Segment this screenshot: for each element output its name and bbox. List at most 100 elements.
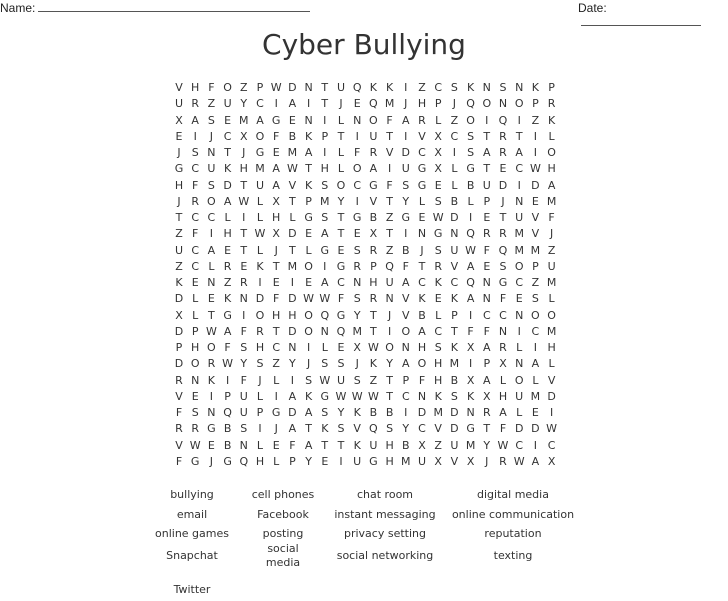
grid-letter[interactable]: K bbox=[302, 389, 316, 405]
grid-letter[interactable]: L bbox=[545, 356, 559, 372]
grid-letter[interactable]: J bbox=[253, 373, 267, 389]
grid-letter[interactable]: C bbox=[431, 80, 445, 96]
grid-letter[interactable]: I bbox=[350, 194, 364, 210]
grid-letter[interactable]: W bbox=[285, 161, 299, 177]
grid-letter[interactable]: A bbox=[512, 145, 526, 161]
grid-letter[interactable]: N bbox=[350, 275, 364, 291]
grid-letter[interactable]: I bbox=[545, 405, 559, 421]
grid-letter[interactable]: N bbox=[415, 389, 429, 405]
grid-letter[interactable]: J bbox=[269, 243, 283, 259]
grid-letter[interactable]: C bbox=[447, 275, 461, 291]
grid-letter[interactable]: A bbox=[399, 113, 413, 129]
grid-letter[interactable]: O bbox=[399, 324, 413, 340]
grid-letter[interactable]: H bbox=[383, 454, 397, 470]
grid-letter[interactable]: I bbox=[318, 113, 332, 129]
grid-letter[interactable]: C bbox=[480, 308, 494, 324]
grid-letter[interactable]: E bbox=[188, 275, 202, 291]
grid-letter[interactable]: J bbox=[350, 356, 364, 372]
grid-letter[interactable]: B bbox=[415, 308, 429, 324]
grid-letter[interactable]: D bbox=[172, 324, 186, 340]
grid-letter[interactable]: M bbox=[512, 243, 526, 259]
grid-letter[interactable]: K bbox=[172, 275, 186, 291]
grid-letter[interactable]: J bbox=[172, 145, 186, 161]
grid-letter[interactable]: U bbox=[334, 80, 348, 96]
grid-letter[interactable]: I bbox=[383, 161, 397, 177]
grid-letter[interactable]: M bbox=[285, 145, 299, 161]
grid-letter[interactable]: X bbox=[415, 438, 429, 454]
grid-letter[interactable]: U bbox=[253, 178, 267, 194]
grid-letter[interactable]: T bbox=[447, 324, 461, 340]
grid-letter[interactable]: X bbox=[350, 340, 364, 356]
grid-letter[interactable]: N bbox=[188, 373, 202, 389]
grid-letter[interactable]: S bbox=[204, 113, 218, 129]
grid-letter[interactable]: A bbox=[285, 389, 299, 405]
grid-letter[interactable]: E bbox=[221, 243, 235, 259]
grid-letter[interactable]: E bbox=[334, 243, 348, 259]
grid-letter[interactable]: G bbox=[334, 308, 348, 324]
grid-letter[interactable]: B bbox=[447, 373, 461, 389]
grid-letter[interactable]: W bbox=[269, 80, 283, 96]
grid-letter[interactable]: Z bbox=[447, 113, 461, 129]
grid-letter[interactable]: J bbox=[334, 96, 348, 112]
grid-letter[interactable]: L bbox=[253, 194, 267, 210]
grid-letter[interactable]: P bbox=[480, 194, 494, 210]
grid-letter[interactable]: R bbox=[545, 96, 559, 112]
grid-letter[interactable]: U bbox=[172, 243, 186, 259]
grid-letter[interactable]: X bbox=[464, 340, 478, 356]
grid-letter[interactable]: Y bbox=[350, 308, 364, 324]
grid-letter[interactable]: A bbox=[302, 438, 316, 454]
grid-letter[interactable]: I bbox=[253, 421, 267, 437]
grid-letter[interactable]: H bbox=[269, 210, 283, 226]
grid-letter[interactable]: H bbox=[237, 161, 251, 177]
grid-letter[interactable]: B bbox=[399, 243, 413, 259]
grid-letter[interactable]: K bbox=[447, 291, 461, 307]
grid-letter[interactable]: Y bbox=[399, 194, 413, 210]
grid-letter[interactable]: T bbox=[269, 259, 283, 275]
grid-letter[interactable]: T bbox=[383, 129, 397, 145]
grid-letter[interactable]: O bbox=[350, 161, 364, 177]
grid-letter[interactable]: K bbox=[350, 438, 364, 454]
grid-letter[interactable]: T bbox=[334, 210, 348, 226]
grid-letter[interactable]: N bbox=[237, 291, 251, 307]
grid-letter[interactable]: N bbox=[285, 340, 299, 356]
grid-letter[interactable]: U bbox=[415, 454, 429, 470]
grid-letter[interactable]: C bbox=[204, 210, 218, 226]
grid-letter[interactable]: U bbox=[221, 96, 235, 112]
grid-letter[interactable]: N bbox=[204, 405, 218, 421]
grid-letter[interactable]: Q bbox=[464, 275, 478, 291]
grid-letter[interactable]: S bbox=[350, 291, 364, 307]
grid-letter[interactable]: G bbox=[302, 210, 316, 226]
grid-letter[interactable]: D bbox=[285, 324, 299, 340]
grid-letter[interactable]: T bbox=[237, 226, 251, 242]
grid-letter[interactable]: H bbox=[545, 340, 559, 356]
grid-letter[interactable]: P bbox=[545, 80, 559, 96]
grid-letter[interactable]: L bbox=[545, 291, 559, 307]
grid-letter[interactable]: K bbox=[447, 340, 461, 356]
grid-letter[interactable]: R bbox=[496, 454, 510, 470]
grid-letter[interactable]: A bbox=[285, 96, 299, 112]
grid-letter[interactable]: D bbox=[496, 178, 510, 194]
grid-letter[interactable]: M bbox=[545, 275, 559, 291]
grid-letter[interactable]: U bbox=[350, 454, 364, 470]
grid-letter[interactable]: R bbox=[188, 421, 202, 437]
grid-letter[interactable]: W bbox=[512, 454, 526, 470]
grid-letter[interactable]: M bbox=[464, 438, 478, 454]
grid-letter[interactable]: H bbox=[285, 308, 299, 324]
grid-letter[interactable]: I bbox=[253, 275, 267, 291]
grid-letter[interactable]: C bbox=[545, 438, 559, 454]
grid-letter[interactable]: X bbox=[464, 454, 478, 470]
grid-letter[interactable]: F bbox=[237, 324, 251, 340]
grid-letter[interactable]: Z bbox=[237, 80, 251, 96]
grid-letter[interactable]: U bbox=[480, 178, 494, 194]
grid-letter[interactable]: S bbox=[431, 194, 445, 210]
grid-letter[interactable]: E bbox=[204, 291, 218, 307]
grid-letter[interactable]: C bbox=[221, 129, 235, 145]
grid-letter[interactable]: G bbox=[415, 161, 429, 177]
grid-letter[interactable]: K bbox=[528, 80, 542, 96]
grid-letter[interactable]: Q bbox=[334, 324, 348, 340]
grid-letter[interactable]: Q bbox=[496, 243, 510, 259]
grid-letter[interactable]: A bbox=[188, 113, 202, 129]
grid-letter[interactable]: A bbox=[318, 275, 332, 291]
grid-letter[interactable]: A bbox=[366, 161, 380, 177]
grid-letter[interactable]: H bbox=[172, 178, 186, 194]
